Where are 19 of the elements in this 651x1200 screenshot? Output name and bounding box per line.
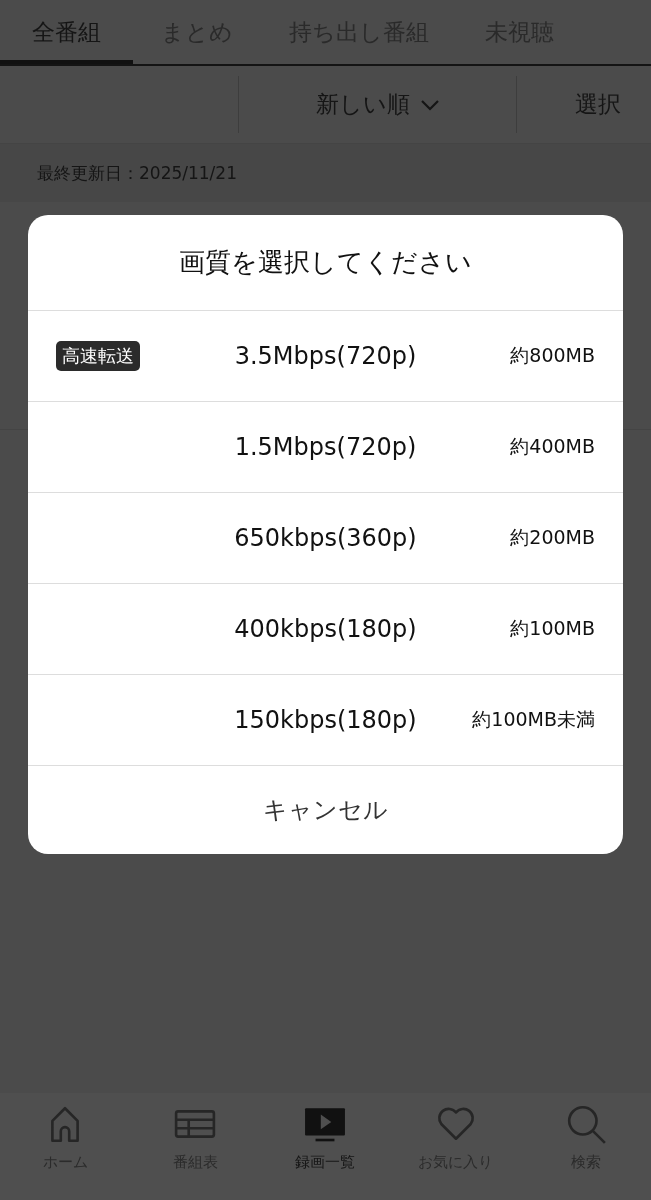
quality-option[interactable]: 1.5Mbps(720p) 約400MB [28,402,623,493]
quality-option[interactable]: 650kbps(360p) 約200MB [28,493,623,584]
bitrate-text: 3.5Mbps(720p) [234,342,417,370]
bitrate-text: 650kbps(360p) [234,524,417,552]
quality-option[interactable]: 高速転送 3.5Mbps(720p) 約800MB [28,311,623,402]
fast-transfer-badge: 高速転送 [56,341,140,371]
cancel-button[interactable]: キャンセル [28,766,623,854]
file-size-text: 約800MB [510,343,595,368]
file-size-text: 約100MB [510,616,595,641]
bitrate-text: 150kbps(180p) [234,706,417,734]
file-size-text: 約400MB [510,434,595,459]
quality-option[interactable]: 400kbps(180p) 約100MB [28,584,623,675]
bitrate-text: 1.5Mbps(720p) [234,433,417,461]
bitrate-text: 400kbps(180p) [234,615,417,643]
chevron-down-icon [419,98,440,111]
file-size-text: 約200MB [510,525,595,550]
dialog-title: 画質を選択してください [179,246,472,279]
file-size-text: 約100MB未満 [472,707,595,732]
quality-option[interactable]: 150kbps(180p) 約100MB未満 [28,675,623,766]
